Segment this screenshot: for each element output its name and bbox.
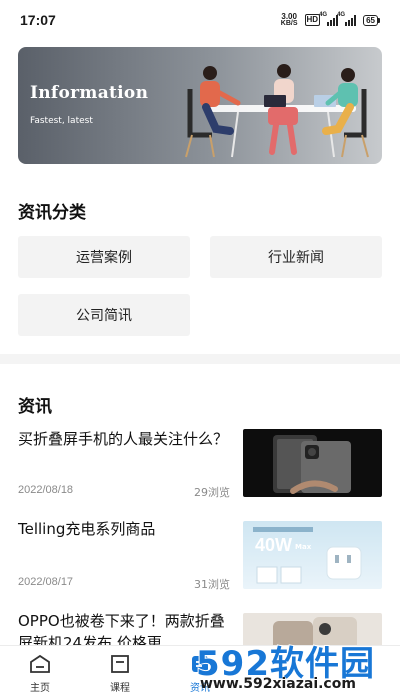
news-thumbnail-charger: 40W Max <box>243 521 382 589</box>
thumb-power-text: 40W <box>255 535 293 555</box>
battery-level: 65 <box>363 14 378 26</box>
news-views: 31浏览 <box>194 578 230 591</box>
news-section-title: 资讯 <box>18 397 52 417</box>
news-item-charging[interactable]: Telling充电系列商品 2022/08/17 31浏览 40W Max <box>18 518 382 591</box>
meeting-illustration <box>185 64 369 158</box>
tab-home[interactable]: 主页 <box>0 646 80 700</box>
section-divider <box>0 354 400 364</box>
category-company-brief[interactable]: 公司简讯 <box>18 294 190 336</box>
status-time: 17:07 <box>20 12 56 28</box>
news-date: 2022/08/17 <box>18 576 74 588</box>
status-bar: 17:07 3.00 KB/S HD 4G 4G 65 <box>0 0 400 40</box>
network-speed-value: 3.00 <box>281 12 297 21</box>
status-indicators: 3.00 KB/S HD 4G 4G 65 <box>280 11 380 28</box>
tab-label: 主页 <box>30 683 50 694</box>
banner-subtitle: Fastest, latest <box>30 116 93 126</box>
signal-label: 4G <box>319 11 328 18</box>
category-operations-cases[interactable]: 运营案例 <box>18 236 190 278</box>
site-watermark: 592软件园 www.592xiazai.com <box>188 630 400 700</box>
news-title: 买折叠屏手机的人最关注什么？ <box>18 430 229 448</box>
category-industry-news[interactable]: 行业新闻 <box>210 236 382 278</box>
battery-icon: 65 <box>363 14 380 26</box>
news-item-foldable[interactable]: 买折叠屏手机的人最关注什么？ 2022/08/18 29浏览 <box>18 428 382 500</box>
news-thumbnail-phone <box>243 429 382 497</box>
home-icon <box>29 653 51 675</box>
tab-label: 课程 <box>110 683 130 694</box>
news-title: Telling充电系列商品 <box>18 520 156 538</box>
category-section-title: 资讯分类 <box>18 203 86 223</box>
network-speed-unit: KB/S <box>280 20 298 27</box>
course-icon <box>109 653 131 675</box>
hd-icon: HD <box>304 14 321 26</box>
thumb-power-sub: Max <box>295 543 312 551</box>
signal-label-2: 4G <box>337 11 346 18</box>
news-views: 29浏览 <box>194 486 230 499</box>
banner-title: Information <box>30 83 149 103</box>
news-date: 2022/08/18 <box>18 484 74 496</box>
signal-icon-2: 4G <box>337 12 357 26</box>
hero-banner[interactable]: Information Fastest, latest <box>18 47 382 164</box>
app-screen: 17:07 3.00 KB/S HD 4G 4G 65 Information … <box>0 0 400 700</box>
network-speed: 3.00 KB/S <box>280 12 298 28</box>
tab-course[interactable]: 课程 <box>80 646 160 700</box>
watermark-url: www.592xiazai.com <box>200 676 356 692</box>
